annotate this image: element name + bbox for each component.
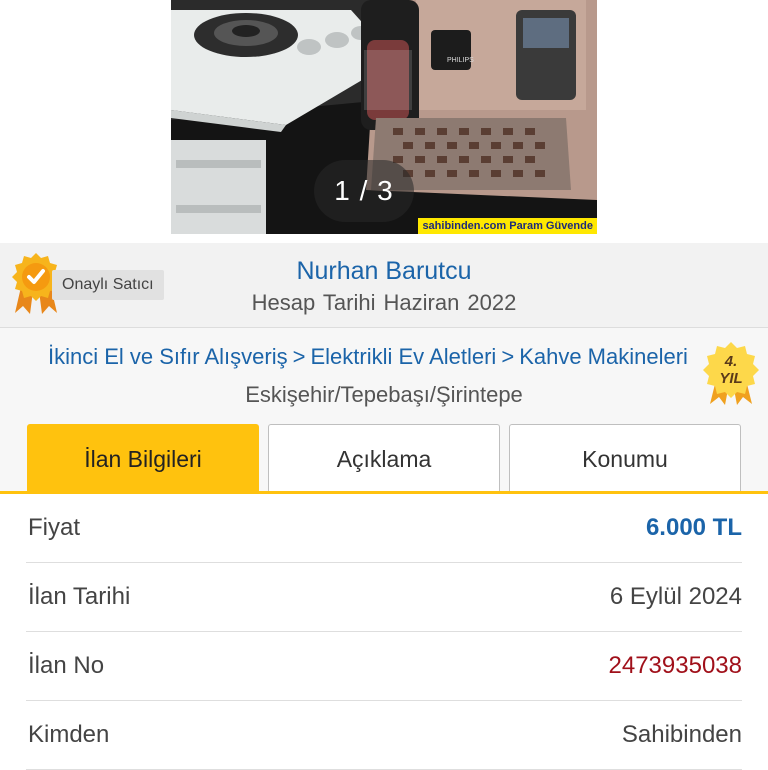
detail-row-ad-no: İlan No 2473935038 xyxy=(26,632,742,701)
seller-info: Onaylı Satıcı Nurhan Barutcu Hesap Tarih… xyxy=(0,243,768,328)
detail-label: Kimden xyxy=(28,721,110,748)
photo-counter: 1 / 3 xyxy=(314,160,414,222)
tab-location[interactable]: Konumu xyxy=(509,424,741,492)
breadcrumb-item-appliances[interactable]: Elektrikli Ev Aletleri xyxy=(310,344,496,369)
svg-text:PHILIPS: PHILIPS xyxy=(447,57,474,64)
photo-gallery[interactable]: PHILIPS 1 / 3 sahibinden.com Param Güven… xyxy=(0,0,768,234)
year-ribbon-icon: 4. YIL xyxy=(703,342,759,405)
breadcrumb-separator: > xyxy=(501,344,515,369)
detail-label: İlan Tarihi xyxy=(28,583,131,610)
breadcrumb-item-coffee-machines[interactable]: Kahve Makineleri xyxy=(519,344,688,369)
account-date-label: Hesap Tarihi xyxy=(251,290,376,315)
detail-row-price: Fiyat 6.000 TL xyxy=(26,494,742,563)
tab-listing-info[interactable]: İlan Bilgileri xyxy=(27,424,259,492)
account-date-value: Haziran 2022 xyxy=(383,290,517,315)
detail-row-from: Kimden Sahibinden xyxy=(26,701,742,770)
listing-location: Eskişehir/Tepebaşı/Şirintepe xyxy=(245,382,523,407)
account-date: Hesap Tarihi Haziran 2022 xyxy=(0,290,768,316)
breadcrumb-item-root[interactable]: İkinci El ve Sıfır Alışveriş xyxy=(48,344,288,369)
ad-number-value[interactable]: 2473935038 xyxy=(609,632,742,700)
tab-description[interactable]: Açıklama xyxy=(268,424,500,492)
detail-row-date: İlan Tarihi 6 Eylül 2024 xyxy=(26,563,742,632)
watermark: sahibinden.com Param Güvende xyxy=(418,218,597,234)
year-badge-number: 4. xyxy=(724,353,738,370)
detail-label: Fiyat xyxy=(28,514,81,541)
seller-name-link[interactable]: Nurhan Barutcu xyxy=(0,257,768,286)
seller-type-value: Sahibinden xyxy=(621,721,742,748)
detail-label: İlan No xyxy=(28,652,105,679)
year-badge-word: YIL xyxy=(719,370,742,387)
breadcrumb: İkinci El ve Sıfır Alışveriş > Elektrikli … xyxy=(48,344,718,370)
listing-details: Fiyat 6.000 TL İlan Tarihi 6 Eylül 2024 … xyxy=(0,494,768,770)
breadcrumb-separator: > xyxy=(292,344,306,369)
listing-photo[interactable]: PHILIPS 1 / 3 sahibinden.com Param Güven… xyxy=(171,0,597,234)
price-value: 6.000 TL xyxy=(645,514,742,541)
listing-date-value: 6 Eylül 2024 xyxy=(609,583,742,610)
